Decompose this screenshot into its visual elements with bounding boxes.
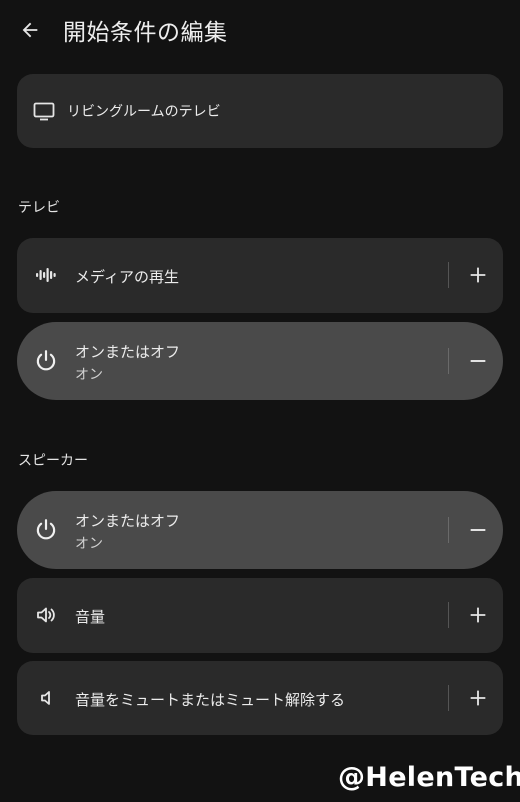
- starter-item-label: メディアの再生: [75, 268, 179, 286]
- arrow-left-icon: [22, 22, 38, 38]
- divider: [448, 348, 449, 374]
- add-button[interactable]: [463, 260, 493, 290]
- back-button[interactable]: [14, 14, 46, 46]
- starter-item-mute[interactable]: 音量をミュートまたはミュート解除する: [17, 661, 503, 735]
- minus-icon: [470, 360, 486, 362]
- starter-item-label: オンまたはオフ: [75, 512, 181, 530]
- divider: [448, 262, 449, 288]
- section-title-speaker: スピーカー: [18, 453, 88, 469]
- starter-item-speaker-power[interactable]: オンまたはオフ オン: [17, 491, 503, 569]
- power-icon: [31, 515, 61, 545]
- watermark: @HelenTech: [338, 762, 520, 793]
- starter-item-media-playback[interactable]: メディアの再生: [17, 238, 503, 313]
- plus-icon: [470, 690, 486, 706]
- add-button[interactable]: [463, 600, 493, 630]
- speaker-mute-icon: [31, 683, 61, 713]
- divider: [448, 517, 449, 543]
- add-button[interactable]: [463, 683, 493, 713]
- waveform-icon: [31, 260, 61, 290]
- plus-icon: [470, 267, 486, 283]
- remove-button[interactable]: [463, 346, 493, 376]
- top-app-bar: 開始条件の編集: [0, 0, 520, 58]
- section-title-tv: テレビ: [18, 200, 60, 216]
- starter-item-label: オンまたはオフ: [75, 343, 181, 361]
- starter-item-label: 音量をミュートまたはミュート解除する: [75, 691, 346, 709]
- divider: [448, 685, 449, 711]
- starter-item-volume[interactable]: 音量: [17, 578, 503, 653]
- remove-button[interactable]: [463, 515, 493, 545]
- tv-icon: [29, 96, 59, 126]
- starter-item-tv-power[interactable]: オンまたはオフ オン: [17, 322, 503, 400]
- starter-item-value: オン: [75, 367, 103, 383]
- power-icon: [31, 346, 61, 376]
- volume-icon: [31, 600, 61, 630]
- plus-icon: [470, 607, 486, 623]
- starter-item-label: 音量: [75, 608, 106, 626]
- page-title: 開始条件の編集: [63, 20, 228, 46]
- edit-starter-screen: 開始条件の編集 リビングルームのテレビ テレビ メディアの再生 オンまたはオフ …: [0, 0, 520, 802]
- starter-item-value: オン: [75, 536, 103, 552]
- divider: [448, 602, 449, 628]
- device-name: リビングルームのテレビ: [67, 104, 221, 120]
- device-card[interactable]: リビングルームのテレビ: [17, 74, 503, 148]
- minus-icon: [470, 529, 486, 531]
